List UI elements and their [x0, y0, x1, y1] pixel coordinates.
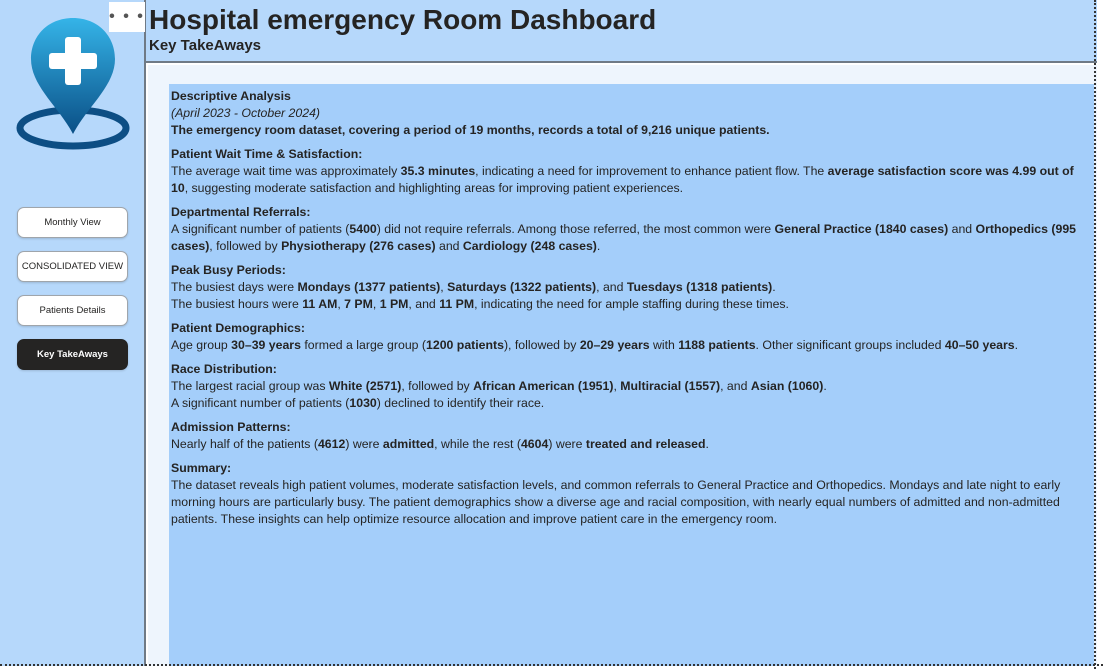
consolidated-view-button[interactable]: CONSOLIDATED VIEW	[17, 251, 128, 282]
section-title: Peak Busy Periods:	[171, 263, 286, 277]
section-title: Race Distribution:	[171, 362, 277, 376]
section-text: The busiest hours were 11 AM, 7 PM, 1 PM…	[171, 297, 789, 311]
analysis-period: (April 2023 - October 2024)	[171, 106, 321, 120]
frame-border-right	[1094, 0, 1097, 669]
section-title: Patient Demographics:	[171, 321, 305, 335]
hospital-location-pin-icon	[14, 12, 132, 152]
monthly-view-button[interactable]: Monthly View	[17, 207, 128, 238]
wait-time-section: Patient Wait Time & Satisfaction: The av…	[171, 146, 1092, 197]
summary-section: Summary: The dataset reveals high patien…	[171, 460, 1092, 528]
page-subtitle: Key TakeAways	[149, 37, 262, 54]
section-text: Age group 30–39 years formed a large gro…	[171, 338, 1019, 352]
key-takeaways-button[interactable]: Key TakeAways	[17, 339, 128, 370]
patients-details-button[interactable]: Patients Details	[17, 295, 128, 326]
section-title: Patient Wait Time & Satisfaction:	[171, 147, 363, 161]
section-text: The average wait time was approximately …	[171, 164, 1074, 195]
section-text: A significant number of patients (5400) …	[171, 222, 1076, 253]
more-options-button[interactable]: • • •	[109, 2, 145, 32]
referrals-section: Departmental Referrals: A significant nu…	[171, 204, 1092, 255]
admission-section: Admission Patterns: Nearly half of the p…	[171, 419, 1092, 453]
race-section: Race Distribution: The largest racial gr…	[171, 361, 1092, 412]
section-title: Admission Patterns:	[171, 420, 291, 434]
section-title: Summary:	[171, 461, 232, 475]
page-title: Hospital emergency Room Dashboard	[149, 4, 657, 35]
section-text: The busiest days were Mondays (1377 pati…	[171, 280, 776, 294]
takeaways-textbox: Descriptive Analysis (April 2023 - Octob…	[169, 84, 1094, 666]
section-text: Nearly half of the patients (4612) were …	[171, 437, 709, 451]
frame-border-bottom	[0, 664, 1103, 667]
section-text: A significant number of patients (1030) …	[171, 396, 545, 410]
sidebar: • • • Monthly View CONSOLIDATED VIEW Pat…	[0, 0, 146, 666]
section-text: The largest racial group was White (2571…	[171, 379, 827, 393]
analysis-heading: Descriptive Analysis	[171, 89, 291, 103]
peak-periods-section: Peak Busy Periods: The busiest days were…	[171, 262, 1092, 313]
page-header: Hospital emergency Room Dashboard Key Ta…	[146, 0, 1097, 63]
section-title: Departmental Referrals:	[171, 205, 311, 219]
section-text: The dataset reveals high patient volumes…	[171, 478, 1061, 526]
demographics-section: Patient Demographics: Age group 30–39 ye…	[171, 320, 1092, 354]
analysis-overview: The emergency room dataset, covering a p…	[171, 123, 770, 137]
